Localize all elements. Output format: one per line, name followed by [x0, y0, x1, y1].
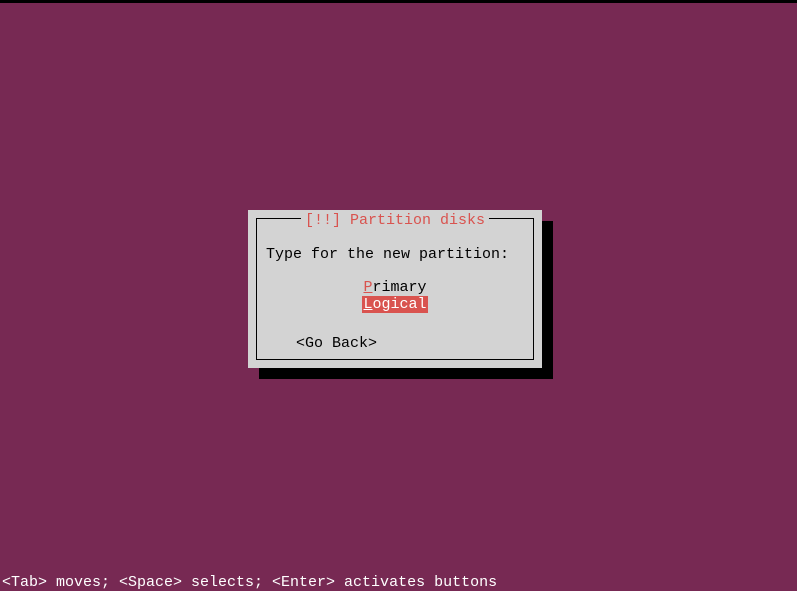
partition-dialog: [!!] Partition disks Type for the new pa… [248, 210, 542, 368]
dialog-border [256, 218, 534, 360]
top-border [0, 0, 797, 3]
dialog-title-wrap: [!!] Partition disks [301, 212, 489, 229]
dialog-title-marker: [!!] [305, 212, 350, 229]
footer-help-text: <Tab> moves; <Space> selects; <Enter> ac… [2, 574, 497, 591]
dialog-title: Partition disks [350, 212, 485, 229]
